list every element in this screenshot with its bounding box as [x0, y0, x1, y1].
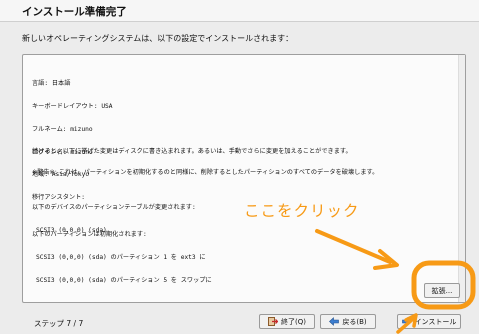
annotation-overlay: [315, 229, 476, 334]
annotation-arrow-main: [315, 229, 392, 264]
annotation-highlight-circle: [411, 260, 476, 310]
